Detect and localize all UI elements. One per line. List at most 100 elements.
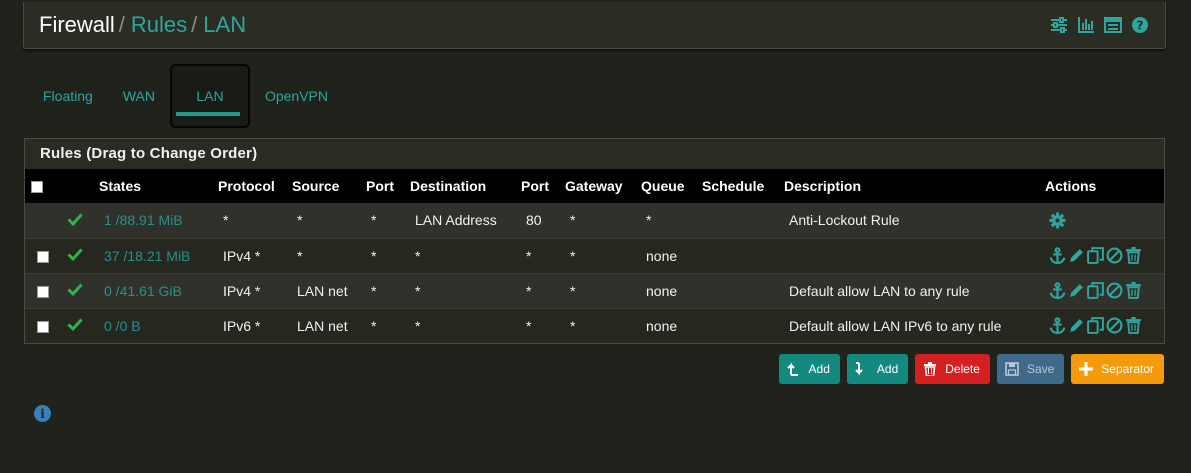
anchor-icon[interactable] <box>1049 282 1066 299</box>
schedule-cell <box>702 273 784 308</box>
column-header-source[interactable]: Source <box>292 169 366 203</box>
gateway-cell: * <box>570 282 576 299</box>
port-cell: * <box>371 212 377 229</box>
description-cell: Default allow LAN to any rule <box>789 282 970 299</box>
button-label: Save <box>1026 362 1055 376</box>
column-header-destination[interactable]: Destination <box>410 169 521 203</box>
tab-lan[interactable]: LAN <box>169 64 250 128</box>
select-all-checkbox[interactable] <box>31 181 43 194</box>
description-cell: Default allow LAN IPv6 to any rule <box>789 317 1002 334</box>
states-cell[interactable]: 37 /18.21 MiB <box>99 238 218 273</box>
row-select-cell <box>25 203 61 238</box>
breadcrumb: Firewall / Rules / LAN <box>39 12 246 38</box>
button-label: Add <box>808 362 830 376</box>
queue-cell: none <box>646 317 678 334</box>
column-header <box>61 169 99 203</box>
ban-icon[interactable] <box>1106 282 1123 299</box>
column-header-protocol[interactable]: Protocol <box>218 169 292 203</box>
queue-cell: * <box>646 212 652 229</box>
actions-cell <box>1045 203 1164 238</box>
rules-table: States Protocol Source Port Destination … <box>25 169 1164 343</box>
table-header-row: States Protocol Source Port Destination … <box>25 169 1164 203</box>
schedule-cell <box>702 203 784 238</box>
list-icon[interactable] <box>1104 16 1122 34</box>
table-row[interactable]: 0 /41.61 GiB IPv4 * LAN net * * * * none Default… <box>25 273 1164 308</box>
level-down-icon <box>855 362 863 376</box>
protocol-cell: IPv6 * <box>223 317 261 334</box>
separator-button[interactable]: Separator <box>1071 354 1164 384</box>
tab-label: LAN <box>196 88 224 104</box>
column-header-dest-port[interactable]: Port <box>521 169 565 203</box>
delete-button[interactable]: Delete <box>915 354 990 384</box>
tab-wan[interactable]: WAN <box>108 64 170 128</box>
row-select-cell <box>25 238 61 273</box>
add-rule-bottom-button[interactable]: Add <box>846 354 909 384</box>
status-cell <box>61 203 99 238</box>
table-row[interactable]: 0 /0 B IPv6 * LAN net * * * * none Default allow… <box>25 308 1164 343</box>
breadcrumb-lan[interactable]: LAN <box>203 12 246 38</box>
destination-cell: LAN Address <box>415 212 497 229</box>
gateway-cell: * <box>570 247 576 264</box>
pencil-icon[interactable] <box>1068 247 1085 264</box>
queue-cell: none <box>646 247 678 264</box>
row-checkbox[interactable] <box>37 250 49 263</box>
states-cell[interactable]: 0 /41.61 GiB <box>99 273 218 308</box>
schedule-cell <box>702 308 784 343</box>
trash-icon[interactable] <box>1125 247 1142 264</box>
table-row[interactable]: 1 /88.91 MiB * * * LAN Address 80 * * Anti-Locko… <box>25 203 1164 238</box>
button-label: Separator <box>1101 362 1154 376</box>
column-header-queue[interactable]: Queue <box>641 169 702 203</box>
column-header-states[interactable]: States <box>99 169 218 203</box>
column-header-actions: Actions <box>1045 178 1097 194</box>
port-cell: * <box>371 247 377 264</box>
status-cell <box>61 273 99 308</box>
tab-label: Floating <box>43 88 93 104</box>
destination-cell: * <box>415 282 421 299</box>
column-header-description[interactable]: Description <box>784 169 1045 203</box>
description-cell <box>784 238 1045 273</box>
source-cell: LAN net <box>297 282 348 299</box>
breadcrumb-rules[interactable]: Rules <box>131 12 187 38</box>
pencil-icon[interactable] <box>1068 282 1085 299</box>
trash-icon[interactable] <box>1125 317 1142 335</box>
tab-openvpn[interactable]: OpenVPN <box>250 64 343 128</box>
sliders-icon[interactable] <box>1050 16 1068 34</box>
trash-icon[interactable] <box>1125 282 1142 299</box>
column-header-gateway[interactable]: Gateway <box>565 169 641 203</box>
copy-icon[interactable] <box>1087 317 1104 335</box>
anchor-icon[interactable] <box>1049 317 1066 335</box>
save-button[interactable]: Save <box>996 354 1065 384</box>
bar-chart-icon[interactable] <box>1077 16 1095 34</box>
copy-icon[interactable] <box>1087 282 1104 299</box>
tab-floating[interactable]: Floating <box>28 64 108 128</box>
row-checkbox[interactable] <box>37 321 49 334</box>
column-header-port[interactable]: Port <box>366 169 410 203</box>
actions-cell <box>1045 273 1164 308</box>
info-icon[interactable]: i <box>34 405 51 422</box>
column-header-schedule[interactable]: Schedule <box>702 169 784 203</box>
states-cell[interactable]: 1 /88.91 MiB <box>99 203 218 238</box>
table-row[interactable]: 37 /18.21 MiB IPv4 * * * * * * none <box>25 238 1164 273</box>
protocol-cell: IPv4 * <box>223 282 261 299</box>
breadcrumb-firewall: Firewall <box>39 12 115 37</box>
pencil-icon[interactable] <box>1068 317 1085 334</box>
states-cell[interactable]: 0 /0 B <box>99 308 218 343</box>
add-rule-top-button[interactable]: Add <box>778 354 840 384</box>
ban-icon[interactable] <box>1106 247 1123 264</box>
protocol-cell: IPv4 * <box>223 247 261 264</box>
source-cell: LAN net <box>297 317 348 334</box>
active-tab-indicator <box>175 112 240 116</box>
actions-cell <box>1045 308 1164 343</box>
row-select-cell <box>25 273 61 308</box>
anchor-icon[interactable] <box>1049 247 1066 264</box>
page-header: Firewall / Rules / LAN ? <box>23 2 1166 49</box>
button-bar: Add Add Delete Save Separator <box>778 354 1164 384</box>
row-checkbox[interactable] <box>37 285 49 298</box>
copy-icon[interactable] <box>1087 247 1104 264</box>
check-icon <box>67 248 83 265</box>
gear-icon[interactable] <box>1049 212 1066 229</box>
help-icon[interactable]: ? <box>1131 16 1149 34</box>
schedule-cell <box>702 238 784 273</box>
trash-icon <box>924 362 937 376</box>
ban-icon[interactable] <box>1106 317 1123 334</box>
